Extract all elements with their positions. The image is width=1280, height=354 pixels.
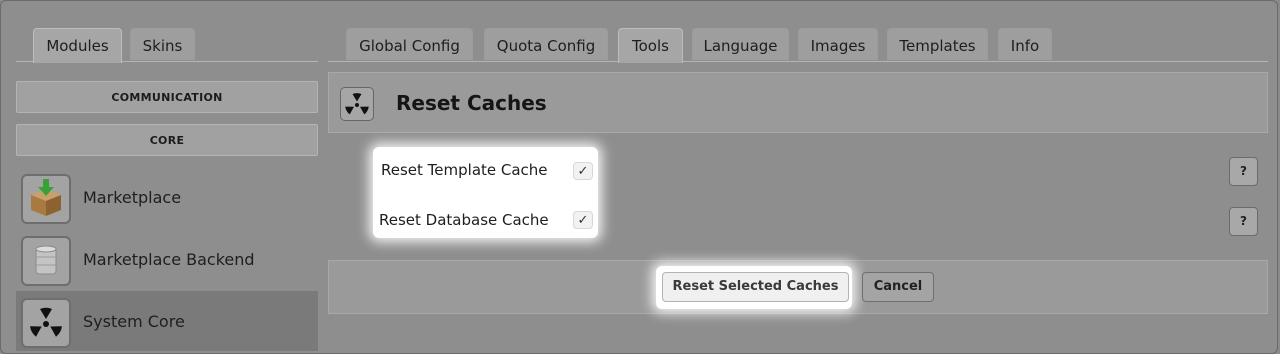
reset-selected-caches-button[interactable]: Reset Selected Caches — [662, 272, 849, 302]
template-cache-checkbox[interactable]: ✓ — [573, 162, 593, 180]
tab-info[interactable]: Info — [998, 28, 1052, 60]
help-button-template-cache[interactable]: ? — [1229, 157, 1258, 186]
tab-modules[interactable]: Modules — [33, 28, 122, 63]
category-core[interactable]: CORE — [16, 124, 318, 156]
database-cache-checkbox[interactable]: ✓ — [573, 211, 593, 229]
tab-language[interactable]: Language — [692, 28, 789, 60]
tab-images[interactable]: Images — [798, 28, 878, 60]
package-download-icon — [21, 174, 71, 224]
sidebar-item-marketplace[interactable]: Marketplace — [16, 167, 318, 227]
option-label-database-cache: Reset Database Cache — [379, 211, 549, 229]
tab-skins[interactable]: Skins — [130, 28, 195, 60]
sidebar-item-label: System Core — [83, 312, 185, 331]
option-label-template-cache: Reset Template Cache — [381, 161, 548, 179]
database-icon — [21, 236, 71, 286]
sidebar-item-label: Marketplace — [83, 188, 182, 207]
tab-tools[interactable]: Tools — [618, 28, 683, 63]
cancel-button[interactable]: Cancel — [862, 272, 934, 302]
page-title: Reset Caches — [396, 91, 547, 115]
sidebar-item-system-core[interactable]: System Core — [16, 291, 318, 351]
tab-quota-config[interactable]: Quota Config — [484, 28, 608, 60]
help-button-database-cache[interactable]: ? — [1229, 207, 1258, 236]
sidebar-item-marketplace-backend[interactable]: Marketplace Backend — [16, 229, 318, 289]
category-communication[interactable]: COMMUNICATION — [16, 81, 318, 113]
tab-templates[interactable]: Templates — [887, 28, 988, 60]
tab-global-config[interactable]: Global Config — [346, 28, 473, 60]
radiation-icon — [21, 298, 71, 348]
admin-window: Modules Skins Global Config Quota Config… — [0, 0, 1278, 354]
panel-header: Reset Caches — [328, 72, 1268, 133]
sidebar-item-label: Marketplace Backend — [83, 250, 255, 269]
radiation-icon — [340, 87, 374, 121]
top-tabbar-divider — [328, 61, 1268, 62]
